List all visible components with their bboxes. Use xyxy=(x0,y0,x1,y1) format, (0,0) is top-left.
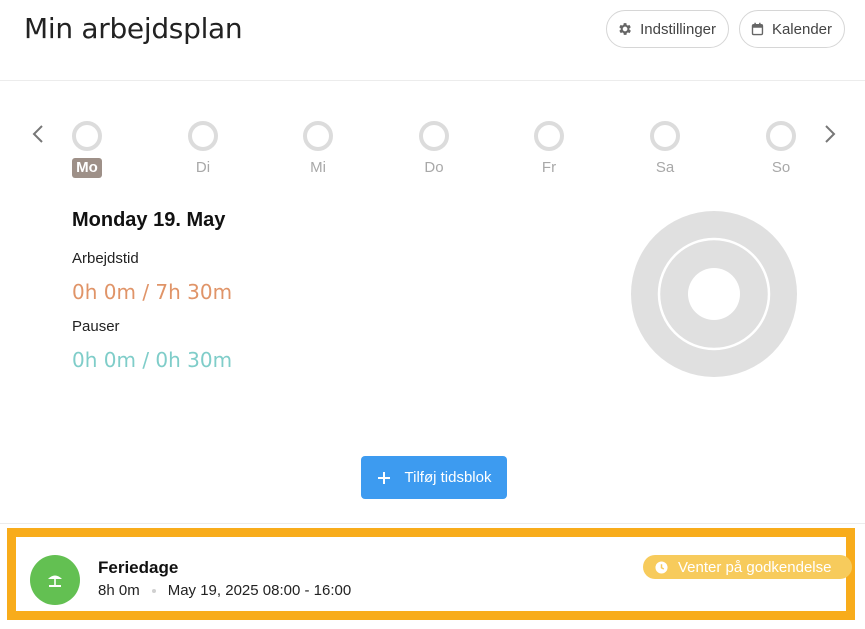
time-block-duration: 8h 0m xyxy=(98,582,140,599)
add-time-block-button[interactable]: Tilføj tidsblok xyxy=(361,456,507,499)
beach-umbrella-icon xyxy=(48,575,62,587)
add-time-block-label: Tilføj tidsblok xyxy=(404,469,492,486)
day-monday[interactable]: Mo xyxy=(57,120,117,180)
day-tuesday[interactable]: Di xyxy=(173,120,233,180)
settings-label: Indstillinger xyxy=(640,20,716,38)
work-time-value: 0h 0m / 7h 30m xyxy=(72,280,233,304)
separator-dot xyxy=(151,588,156,593)
day-progress-ring xyxy=(766,121,796,151)
day-label: Do xyxy=(424,159,444,176)
status-label: Venter på godkendelse xyxy=(678,558,832,576)
day-progress-ring xyxy=(534,121,564,151)
pause-label: Pauser xyxy=(72,318,120,335)
vacation-badge xyxy=(30,555,80,605)
day-friday[interactable]: Fr xyxy=(519,120,579,180)
status-badge: Venter på godkendelse xyxy=(643,555,852,579)
plus-icon xyxy=(377,471,390,484)
settings-button[interactable]: Indstillinger xyxy=(606,10,729,48)
day-saturday[interactable]: Sa xyxy=(635,120,695,180)
selected-date-title: Monday 19. May xyxy=(72,209,226,231)
day-wednesday[interactable]: Mi xyxy=(288,120,348,180)
day-progress-ring xyxy=(72,121,102,151)
time-block-title: Feriedage xyxy=(98,558,179,577)
day-label: Fr xyxy=(541,159,557,176)
day-progress-donut xyxy=(631,211,797,377)
day-sunday[interactable]: So xyxy=(751,120,811,180)
time-block-meta: 8h 0m May 19, 2025 08:00 - 16:00 xyxy=(98,582,351,599)
header: Min arbejdsplan Indstillinger Kalender xyxy=(0,0,865,81)
gear-icon xyxy=(619,23,631,35)
previous-week-button[interactable] xyxy=(28,122,48,146)
day-label: Di xyxy=(195,159,211,176)
pause-value: 0h 0m / 0h 30m xyxy=(72,348,233,372)
chevron-left-icon xyxy=(32,125,43,143)
day-progress-ring xyxy=(650,121,680,151)
time-block-card[interactable]: Feriedage 8h 0m May 19, 2025 08:00 - 16:… xyxy=(7,528,855,620)
calendar-button[interactable]: Kalender xyxy=(739,10,845,48)
day-progress-ring xyxy=(188,121,218,151)
divider xyxy=(0,523,865,524)
day-progress-ring xyxy=(303,121,333,151)
day-label: So xyxy=(771,159,791,176)
next-week-button[interactable] xyxy=(820,122,840,146)
page-title: Min arbejdsplan xyxy=(24,12,243,45)
chevron-right-icon xyxy=(825,125,836,143)
day-label: Mi xyxy=(310,159,326,176)
work-time-label: Arbejdstid xyxy=(72,250,139,267)
calendar-icon xyxy=(751,22,764,36)
day-label: Sa xyxy=(655,159,675,176)
day-label: Mo xyxy=(72,158,102,178)
day-progress-ring xyxy=(419,121,449,151)
day-thursday[interactable]: Do xyxy=(404,120,464,180)
clock-icon xyxy=(655,560,668,574)
calendar-label: Kalender xyxy=(771,20,832,38)
time-block-datetime: May 19, 2025 08:00 - 16:00 xyxy=(167,582,352,599)
